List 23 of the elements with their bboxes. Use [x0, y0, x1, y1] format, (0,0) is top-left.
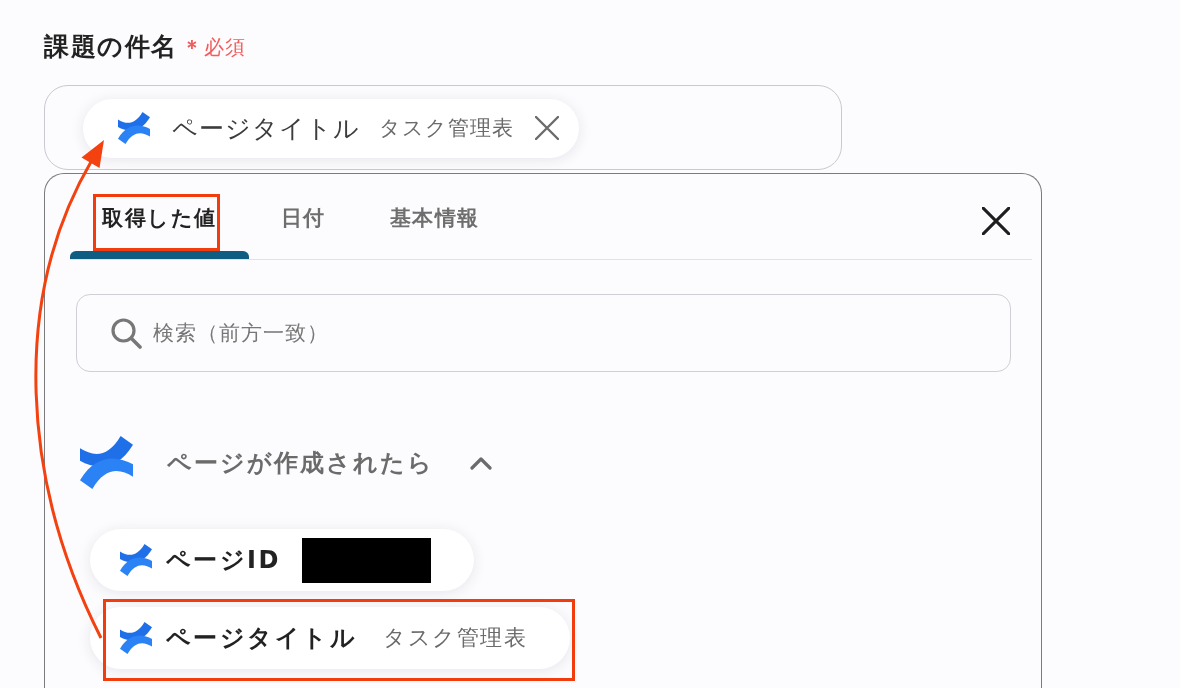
group-title[interactable]: ページが作成されたら [166, 446, 434, 479]
tab[interactable]: 基本情報 [357, 174, 512, 259]
item-value: タスク管理表 [383, 624, 527, 652]
caret-up-icon[interactable] [469, 455, 492, 470]
variable-item[interactable]: ページID [89, 529, 474, 591]
item-label: ページID [165, 545, 281, 576]
tab[interactable]: 日付 [248, 174, 358, 259]
token-value: タスク管理表 [378, 115, 514, 142]
tab[interactable]: 取得した値 [70, 174, 249, 259]
item-label: ページタイトル [165, 623, 357, 654]
search-field[interactable]: 検索（前方一致） [75, 294, 1011, 372]
token-label: ページタイトル [171, 112, 360, 145]
required-asterisk: ＊ [181, 34, 202, 61]
field-label: 課題の件名 [44, 31, 178, 63]
close-icon[interactable] [982, 206, 1010, 235]
swoosh-logo-icon [117, 112, 150, 144]
variable-token[interactable]: ページタイトル タスク管理表 [82, 98, 579, 158]
search-icon [110, 317, 142, 349]
swoosh-logo-icon [119, 622, 152, 654]
swoosh-logo-icon [79, 436, 133, 489]
input-field[interactable]: ページタイトル タスク管理表 [44, 85, 842, 170]
required-label: 必須 [203, 34, 246, 61]
swoosh-logo-icon [119, 544, 152, 576]
